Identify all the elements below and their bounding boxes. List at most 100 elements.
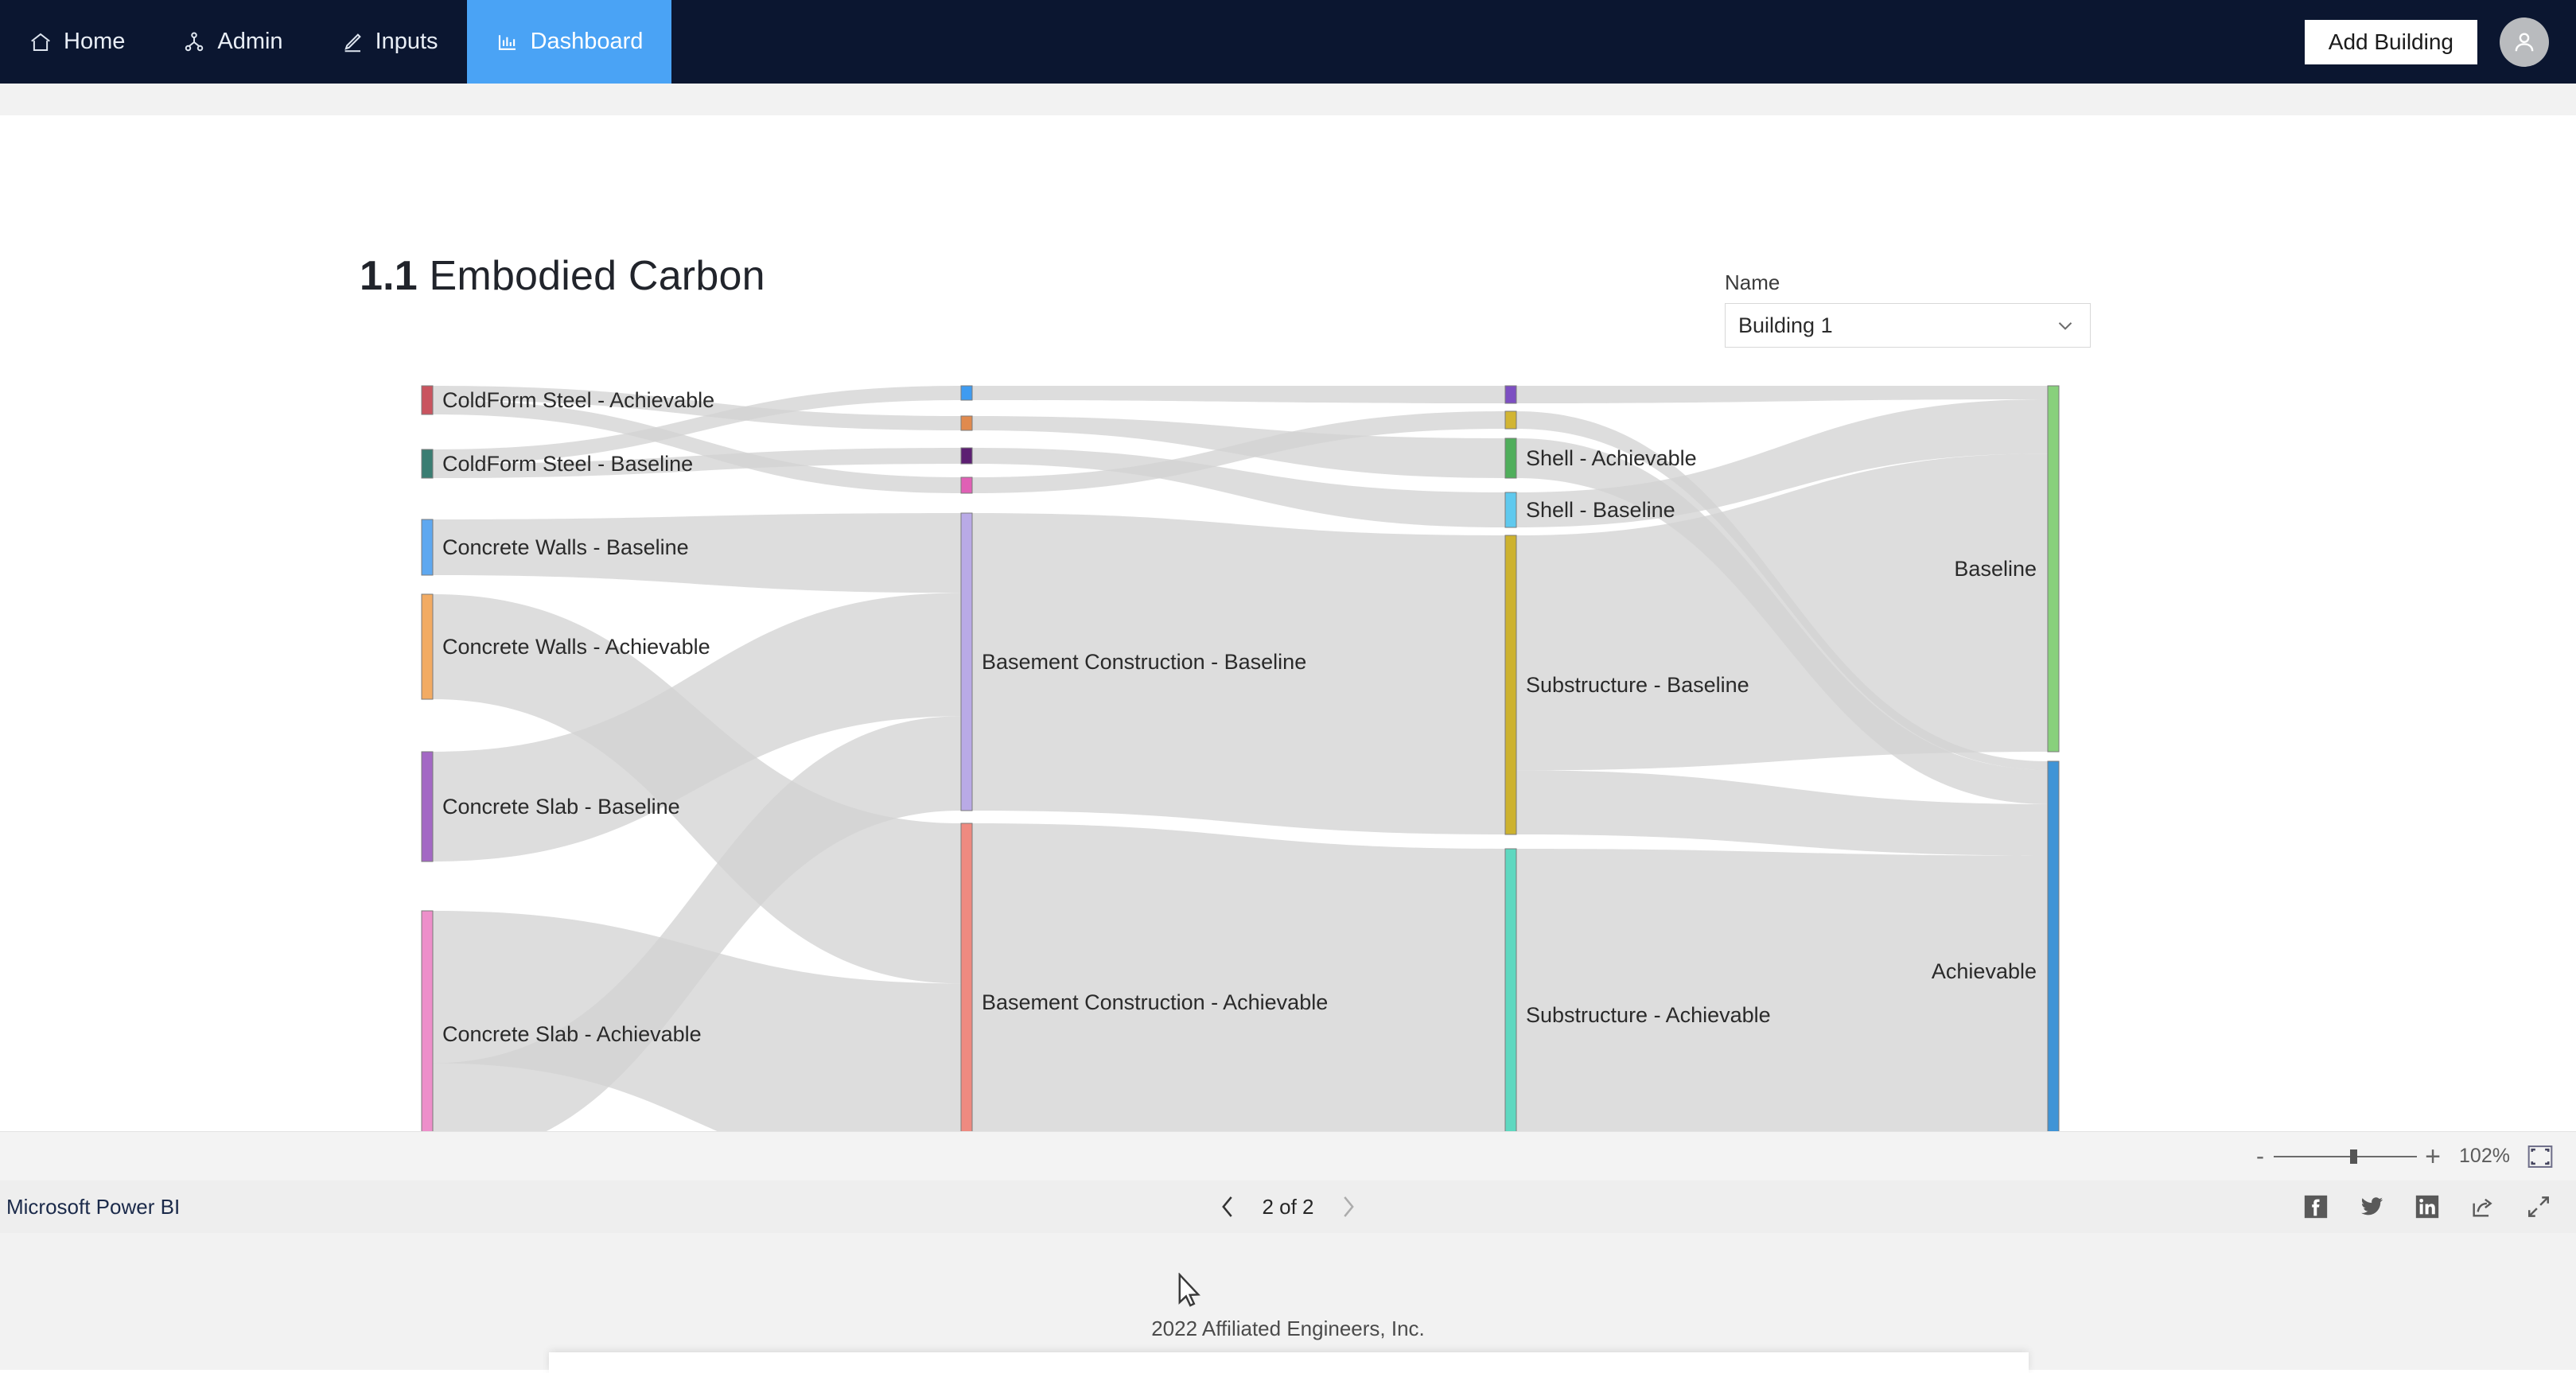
sankey-node-label: Shell - Achievable xyxy=(1526,446,1697,470)
nav-right-actions: Add Building xyxy=(2304,0,2576,84)
sankey-node[interactable] xyxy=(1504,385,1517,404)
bar-chart-icon xyxy=(496,30,519,54)
report-canvas: 1.1 Embodied Carbon Name Building 1 Cold… xyxy=(0,84,2576,1209)
page-title-text: Embodied Carbon xyxy=(417,253,765,299)
sankey-node[interactable] xyxy=(960,512,973,811)
sankey-node[interactable] xyxy=(960,415,973,431)
sankey-node-label: Baseline xyxy=(1954,557,2037,581)
mouse-cursor xyxy=(1176,1272,1203,1308)
sankey-node-label: Substructure - Achievable xyxy=(1526,1003,1771,1027)
sankey-link[interactable] xyxy=(972,416,1505,478)
sankey-links xyxy=(433,386,2048,1181)
sankey-node-label: Shell - Baseline xyxy=(1526,498,1675,522)
facebook-icon[interactable] xyxy=(2302,1193,2329,1220)
user-avatar-icon[interactable] xyxy=(2500,17,2549,67)
report-page: 1.1 Embodied Carbon Name Building 1 Cold… xyxy=(0,115,2576,1209)
sankey-node[interactable] xyxy=(421,449,434,479)
name-slicer-value: Building 1 xyxy=(1738,313,1833,337)
sankey-node[interactable] xyxy=(1504,492,1517,528)
sankey-node[interactable] xyxy=(960,823,973,1182)
nav-item-home-label: Home xyxy=(64,29,126,54)
share-icon[interactable] xyxy=(2469,1193,2496,1220)
sankey-node[interactable] xyxy=(421,593,434,700)
nav-item-dashboard[interactable]: Dashboard xyxy=(466,0,672,84)
sankey-node-label: Achievable xyxy=(1932,959,2037,983)
sankey-link[interactable] xyxy=(972,823,1505,1181)
sankey-node-label: ColdForm Steel - Achievable xyxy=(442,388,714,412)
sankey-link[interactable] xyxy=(972,448,1505,527)
zoom-slider[interactable] xyxy=(2274,1148,2417,1165)
zoom-percent-label: 102% xyxy=(2459,1145,2510,1167)
name-slicer-label: Name xyxy=(1725,270,1780,294)
sankey-link[interactable] xyxy=(972,386,1505,403)
sankey-node[interactable] xyxy=(421,519,434,576)
zoom-out-button[interactable]: - xyxy=(2247,1144,2274,1169)
chevron-left-icon[interactable] xyxy=(1217,1193,1238,1220)
nav-item-home[interactable]: Home xyxy=(0,0,154,84)
sankey-node[interactable] xyxy=(421,910,434,1158)
fullscreen-icon[interactable] xyxy=(2525,1193,2552,1220)
sankey-nodes: ColdForm Steel - Achievable ColdForm Stee… xyxy=(421,385,2060,1182)
zoom-controls-bar: - + 102% xyxy=(0,1131,2576,1180)
sankey-link[interactable] xyxy=(1516,411,2048,770)
nav-item-admin[interactable]: Admin xyxy=(154,0,311,84)
linkedin-icon[interactable] xyxy=(2414,1193,2441,1220)
sankey-node[interactable] xyxy=(2047,385,2060,753)
sankey-link[interactable] xyxy=(972,513,1505,834)
page-title: 1.1 Embodied Carbon xyxy=(360,252,765,300)
sankey-node[interactable] xyxy=(960,447,973,465)
nav-item-inputs-label: Inputs xyxy=(375,29,438,54)
page-title-number: 1.1 xyxy=(360,253,418,299)
top-navigation-bar: Home Admin Inputs Dashboard Add Building xyxy=(0,0,2576,84)
sankey-link[interactable] xyxy=(1516,453,2048,771)
sankey-link[interactable] xyxy=(433,400,961,493)
fit-to-page-icon[interactable] xyxy=(2527,1145,2554,1169)
sankey-node[interactable] xyxy=(1504,410,1517,430)
sankey-link[interactable] xyxy=(433,593,961,862)
add-building-button[interactable]: Add Building xyxy=(2304,19,2477,64)
sankey-link[interactable] xyxy=(433,386,961,464)
sankey-link[interactable] xyxy=(972,411,1505,493)
twitter-icon[interactable] xyxy=(2358,1193,2385,1220)
sankey-link[interactable] xyxy=(433,716,961,1157)
sankey-node[interactable] xyxy=(1504,438,1517,479)
sankey-node[interactable] xyxy=(2047,760,2060,1182)
sankey-node-label: Concrete Walls - Baseline xyxy=(442,535,689,559)
sankey-link[interactable] xyxy=(433,448,961,478)
page-navigation: 2 of 2 xyxy=(1217,1193,1358,1220)
name-slicer-dropdown[interactable]: Building 1 xyxy=(1725,303,2091,348)
home-icon xyxy=(29,30,53,54)
nav-item-inputs[interactable]: Inputs xyxy=(312,0,467,84)
bottom-card-shadow xyxy=(549,1352,2029,1373)
nav-item-dashboard-label: Dashboard xyxy=(530,29,644,54)
canvas-top-strip xyxy=(0,84,2576,115)
powerbi-brand-label: Microsoft Power BI xyxy=(6,1194,181,1219)
sankey-node[interactable] xyxy=(421,751,434,862)
pencil-icon xyxy=(340,30,364,54)
sankey-link[interactable] xyxy=(433,386,961,430)
nav-item-admin-label: Admin xyxy=(217,29,283,54)
zoom-slider-thumb[interactable] xyxy=(2350,1149,2357,1164)
sankey-link[interactable] xyxy=(433,513,961,593)
sankey-link[interactable] xyxy=(1516,438,2048,804)
name-slicer: Name Building 1 xyxy=(1725,270,2091,348)
sankey-link[interactable] xyxy=(1516,386,2048,403)
sankey-link[interactable] xyxy=(1516,399,2048,527)
nav-items: Home Admin Inputs Dashboard xyxy=(0,0,672,84)
zoom-in-button[interactable]: + xyxy=(2417,1143,2449,1170)
org-chart-icon xyxy=(182,30,206,54)
sankey-link[interactable] xyxy=(1516,770,2048,856)
sankey-node[interactable] xyxy=(960,385,973,401)
sankey-node-label: Substructure - Baseline xyxy=(1526,673,1749,697)
sankey-node-label: Basement Construction - Achievable xyxy=(982,990,1328,1014)
sankey-node[interactable] xyxy=(421,385,434,415)
sankey-node[interactable] xyxy=(1504,535,1517,835)
copyright-text: 2022 Affiliated Engineers, Inc. xyxy=(1151,1317,1425,1340)
page-outer-footer xyxy=(0,1233,2576,1370)
chevron-right-icon[interactable] xyxy=(1338,1193,1359,1220)
sankey-node[interactable] xyxy=(960,476,973,494)
social-share-actions xyxy=(2302,1193,2576,1220)
page-indicator: 2 of 2 xyxy=(1262,1194,1314,1219)
powerbi-footer-bar: Microsoft Power BI 2 of 2 xyxy=(0,1180,2576,1233)
sankey-link[interactable] xyxy=(433,594,961,984)
